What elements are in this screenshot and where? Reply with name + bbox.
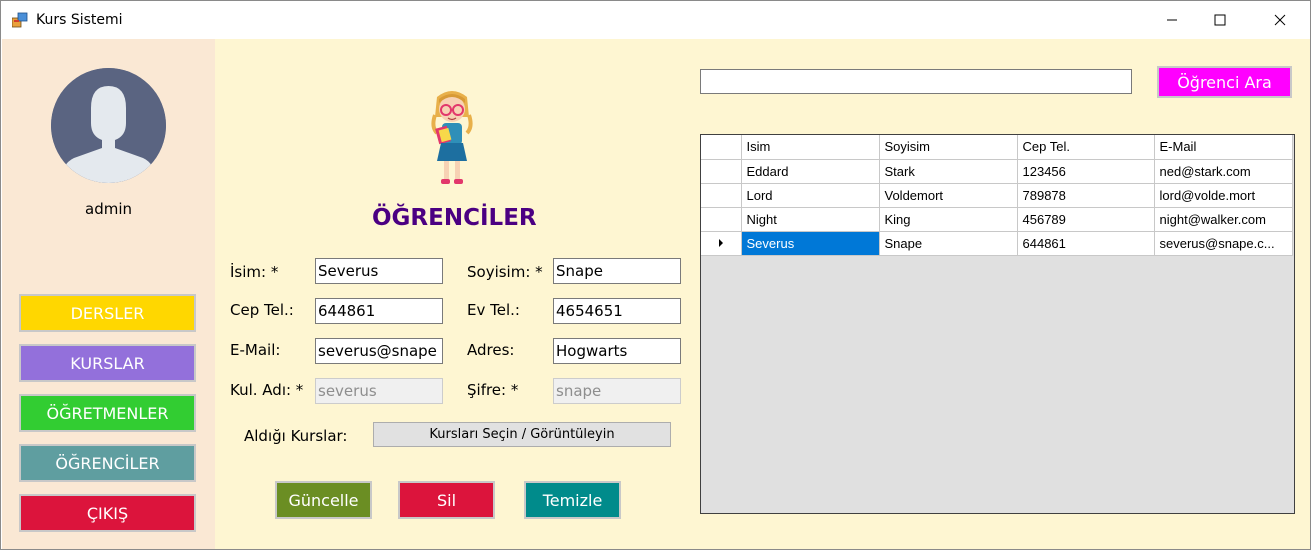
surname-field[interactable]: Snape — [553, 258, 681, 284]
username-label: admin — [85, 200, 132, 218]
table-cell[interactable]: Severus — [741, 231, 880, 256]
table-cell[interactable]: King — [879, 207, 1018, 232]
maximize-button[interactable] — [1197, 1, 1243, 39]
maximize-icon — [1214, 14, 1226, 26]
nav-ogrenciler-button[interactable]: ÖĞRENCİLER — [19, 444, 196, 482]
column-header[interactable]: Soyisim — [879, 135, 1018, 160]
name-field[interactable]: Severus — [315, 258, 443, 284]
address-field[interactable]: Hogwarts — [553, 338, 681, 364]
table-cell[interactable]: Night — [741, 207, 880, 232]
table-row[interactable]: Lord Voldemort 789878 lord@volde.mort — [701, 183, 1293, 208]
nav-cikis-button[interactable]: ÇIKIŞ — [19, 494, 196, 532]
table-row[interactable]: Eddard Stark 123456 ned@stark.com — [701, 159, 1293, 184]
main-panel: ÖĞRENCİLER İsim: * Severus Soyisim: * Sn… — [215, 39, 1310, 549]
student-girl-icon — [427, 87, 477, 189]
select-courses-button[interactable]: Kursları Seçin / Görüntüleyin — [373, 422, 671, 447]
app-window: Kurs Sistemi admin DERSLER KURSLAR ÖĞRET… — [0, 0, 1311, 550]
table-header-row: Isim Soyisim Cep Tel. E-Mail — [701, 135, 1293, 160]
row-header[interactable] — [701, 207, 742, 232]
column-header[interactable]: Isim — [741, 135, 880, 160]
home-phone-label: Ev Tel.: — [467, 301, 520, 319]
username-field: severus — [315, 378, 443, 404]
table-cell[interactable]: severus@snape.c... — [1154, 231, 1293, 256]
password-field: snape — [553, 378, 681, 404]
table-cell[interactable]: Lord — [741, 183, 880, 208]
address-label: Adres: — [467, 341, 515, 359]
students-grid[interactable]: Isim Soyisim Cep Tel. E-Mail Eddard Star… — [700, 134, 1295, 514]
row-header[interactable] — [701, 159, 742, 184]
table-row-selected[interactable]: Severus Snape 644861 severus@snape.c... — [701, 231, 1293, 256]
table-row[interactable]: Night King 456789 night@walker.com — [701, 207, 1293, 232]
students-table: Isim Soyisim Cep Tel. E-Mail Eddard Star… — [701, 135, 1293, 256]
search-student-button[interactable]: Öğrenci Ara — [1157, 66, 1292, 98]
search-input[interactable] — [700, 69, 1132, 94]
table-cell[interactable]: lord@volde.mort — [1154, 183, 1293, 208]
mobile-label: Cep Tel.: — [230, 301, 294, 319]
nav-dersler-button[interactable]: DERSLER — [19, 294, 196, 332]
username-field-label: Kul. Adı: * — [230, 381, 304, 399]
minimize-icon — [1167, 19, 1177, 21]
title-bar: Kurs Sistemi — [1, 1, 1310, 39]
app-icon — [11, 12, 28, 28]
table-cell[interactable]: 123456 — [1017, 159, 1155, 184]
surname-label: Soyisim: * — [467, 263, 543, 281]
update-button[interactable]: Güncelle — [275, 481, 372, 519]
clear-button[interactable]: Temizle — [524, 481, 621, 519]
home-phone-field[interactable]: 4654651 — [553, 298, 681, 324]
nav-kurslar-button[interactable]: KURSLAR — [19, 344, 196, 382]
column-header[interactable]: Cep Tel. — [1017, 135, 1155, 160]
table-cell[interactable]: Stark — [879, 159, 1018, 184]
table-cell[interactable]: Voldemort — [879, 183, 1018, 208]
row-header[interactable] — [701, 231, 742, 256]
table-cell[interactable]: night@walker.com — [1154, 207, 1293, 232]
column-header[interactable]: E-Mail — [1154, 135, 1293, 160]
email-field[interactable]: severus@snape — [315, 338, 443, 364]
password-label: Şifre: * — [467, 381, 519, 399]
row-header[interactable] — [701, 183, 742, 208]
current-row-arrow-icon — [718, 238, 723, 247]
table-cell[interactable]: 456789 — [1017, 207, 1155, 232]
page-title: ÖĞRENCİLER — [372, 205, 537, 231]
sidebar: admin DERSLER KURSLAR ÖĞRETMENLER ÖĞRENC… — [2, 39, 215, 549]
row-header-corner — [701, 135, 742, 160]
name-label: İsim: * — [230, 263, 279, 281]
mobile-field[interactable]: 644861 — [315, 298, 443, 324]
close-button[interactable] — [1257, 1, 1303, 39]
table-cell[interactable]: 644861 — [1017, 231, 1155, 256]
user-avatar-icon — [51, 68, 166, 183]
courses-label: Aldığı Kurslar: — [244, 427, 348, 445]
close-icon — [1274, 14, 1286, 26]
email-label: E-Mail: — [230, 341, 281, 359]
table-cell[interactable]: Snape — [879, 231, 1018, 256]
table-cell[interactable]: Eddard — [741, 159, 880, 184]
nav-ogretmenler-button[interactable]: ÖĞRETMENLER — [19, 394, 196, 432]
table-cell[interactable]: 789878 — [1017, 183, 1155, 208]
window-title: Kurs Sistemi — [36, 12, 123, 28]
minimize-button[interactable] — [1149, 1, 1195, 39]
table-cell[interactable]: ned@stark.com — [1154, 159, 1293, 184]
delete-button[interactable]: Sil — [398, 481, 495, 519]
